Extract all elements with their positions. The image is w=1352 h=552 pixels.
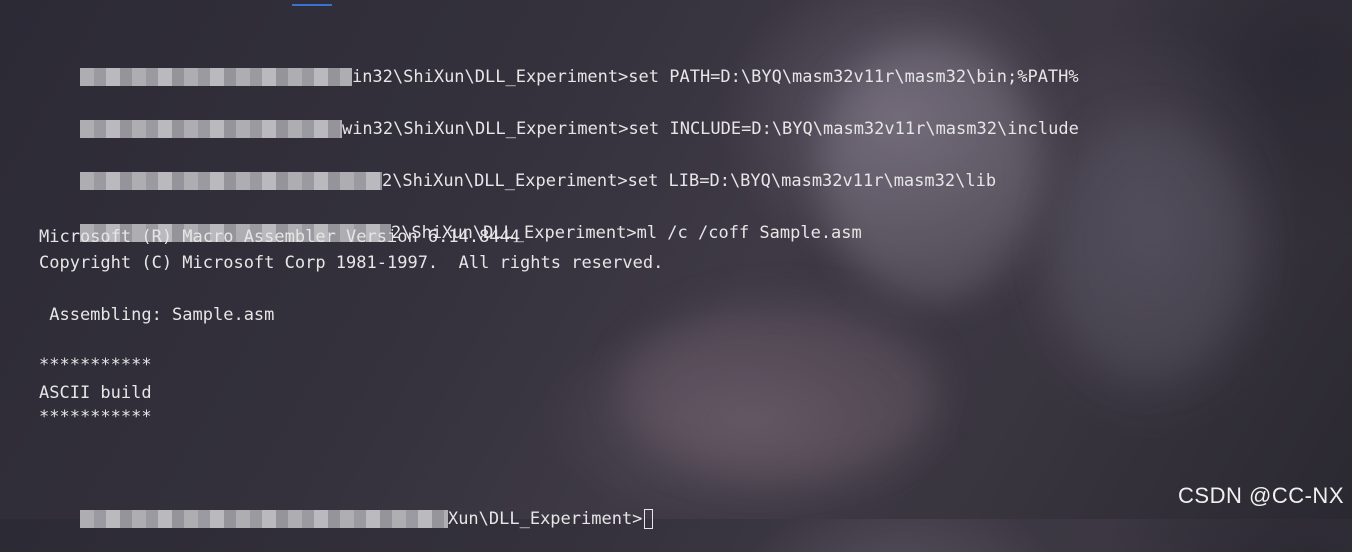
- output-stars-top: ***********: [39, 355, 152, 375]
- output-version-line: Microsoft (R) Macro Assembler Version 6.…: [39, 227, 521, 247]
- redacted-path: [79, 510, 448, 528]
- final-prompt-line: Xun\DLL_Experiment>: [39, 486, 654, 552]
- output-assembling-line: Assembling: Sample.asm: [39, 305, 275, 325]
- prompt-path: Xun\DLL_Experiment>: [447, 509, 643, 529]
- redacted-path: [79, 172, 382, 190]
- watermark: CSDN @CC-NX: [1178, 483, 1344, 508]
- prompt-path: in32\ShiXun\DLL_Experiment>: [351, 67, 629, 87]
- command-text: ml /c /coff Sample.asm: [636, 223, 862, 243]
- prompt-path: win32\ShiXun\DLL_Experiment>: [341, 119, 629, 139]
- command-text: set PATH=D:\BYQ\masm32v11r\masm32\bin;%P…: [628, 67, 1079, 87]
- redacted-path: [79, 68, 352, 86]
- command-text: set INCLUDE=D:\BYQ\masm32v11r\masm32\inc…: [628, 119, 1079, 139]
- prompt-path: 2\ShiXun\DLL_Experiment>: [381, 171, 628, 191]
- terminal-window[interactable]: in32\ShiXun\DLL_Experiment>set PATH=D:\B…: [0, 0, 1352, 529]
- output-stars-bottom: ***********: [39, 407, 152, 427]
- redacted-path: [79, 120, 342, 138]
- text-cursor[interactable]: [644, 509, 654, 529]
- output-build-line: ASCII build: [39, 383, 152, 403]
- command-text: set LIB=D:\BYQ\masm32v11r\masm32\lib: [627, 171, 997, 191]
- output-copyright-line: Copyright (C) Microsoft Corp 1981-1997. …: [39, 253, 664, 273]
